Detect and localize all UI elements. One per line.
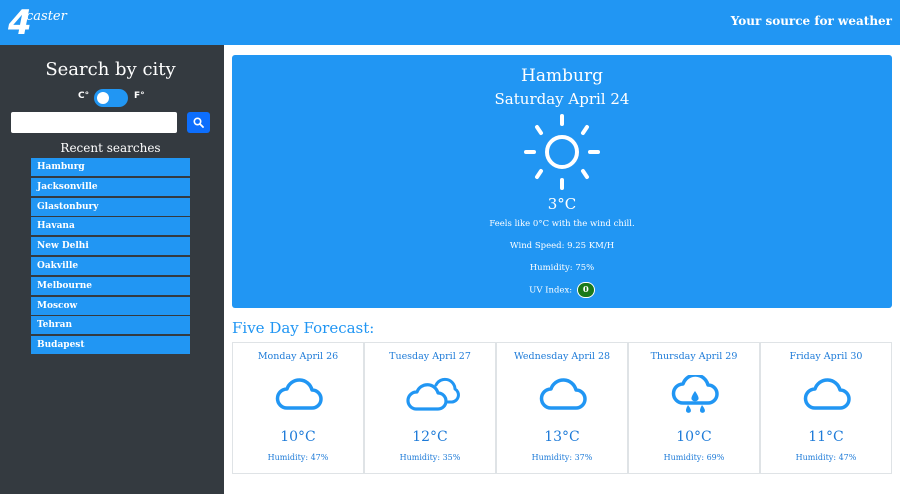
top-header: 4 caster Your source for weather bbox=[0, 0, 900, 45]
forecast-date: Thursday April 29 bbox=[650, 351, 738, 362]
unit-toggle-row: C° F° bbox=[0, 89, 221, 107]
forecast-date: Tuesday April 27 bbox=[389, 351, 471, 362]
forecast-humidity: Humidity: 35% bbox=[399, 453, 461, 462]
humidity-text: Humidity: 75% bbox=[529, 263, 595, 273]
forecast-temperature: 10°C bbox=[280, 429, 316, 445]
current-weather-card: Hamburg Saturday April 24 3°C Feels like… bbox=[232, 55, 892, 308]
forecast-title: Five Day Forecast: bbox=[232, 319, 375, 337]
recent-item-budapest[interactable]: Budapest bbox=[31, 336, 190, 355]
uv-index-label: UV Index: bbox=[529, 285, 573, 296]
forecast-date: Monday April 26 bbox=[257, 351, 339, 362]
forecast-date: Wednesday April 28 bbox=[513, 351, 611, 362]
current-temperature: 3°C bbox=[547, 195, 577, 213]
sun-icon bbox=[524, 114, 600, 190]
recent-item-glastonbury[interactable]: Glastonbury bbox=[31, 197, 190, 216]
uv-index-row: UV Index: 0 bbox=[232, 282, 892, 298]
rain-cloud-icon bbox=[671, 375, 719, 413]
forecast-temperature: 12°C bbox=[412, 429, 448, 445]
forecast-humidity: Humidity: 37% bbox=[531, 453, 593, 462]
unit-fahrenheit-label: F° bbox=[134, 91, 145, 101]
app-logo[interactable]: 4 caster bbox=[8, 4, 88, 42]
wind-speed-text: Wind Speed: 9.25 KM/H bbox=[509, 241, 615, 251]
recent-item-oakville[interactable]: Oakville bbox=[31, 256, 190, 275]
cloud-icon bbox=[803, 378, 851, 410]
forecast-card: Thursday April 29 10°C Humidity: 69% bbox=[628, 342, 760, 474]
logo-word: caster bbox=[26, 9, 67, 24]
recent-item-moscow[interactable]: Moscow bbox=[31, 296, 190, 315]
forecast-temperature: 11°C bbox=[808, 429, 844, 445]
recent-item-jacksonville[interactable]: Jacksonville bbox=[31, 177, 190, 196]
feels-like-text: Feels like 0°C with the wind chill. bbox=[489, 219, 635, 229]
cloud-icon bbox=[275, 378, 323, 410]
forecast-humidity: Humidity: 69% bbox=[663, 453, 725, 462]
recent-item-havana[interactable]: Havana bbox=[31, 217, 190, 236]
unit-toggle[interactable] bbox=[94, 89, 128, 107]
search-button[interactable] bbox=[187, 112, 210, 133]
forecast-card: Monday April 26 10°C Humidity: 47% bbox=[232, 342, 364, 474]
search-icon bbox=[193, 117, 204, 128]
recent-item-melbourne[interactable]: Melbourne bbox=[31, 276, 190, 295]
recent-searches-title: Recent searches bbox=[60, 141, 161, 155]
forecast-temperature: 10°C bbox=[676, 429, 712, 445]
unit-celsius-label: C° bbox=[78, 91, 90, 101]
clouds-icon bbox=[406, 377, 460, 411]
current-city: Hamburg bbox=[521, 66, 603, 86]
recent-item-tehran[interactable]: Tehran bbox=[31, 316, 190, 335]
forecast-date: Friday April 30 bbox=[789, 351, 863, 362]
recent-item-hamburg[interactable]: Hamburg bbox=[31, 158, 190, 176]
forecast-card: Wednesday April 28 13°C Humidity: 37% bbox=[496, 342, 628, 474]
forecast-humidity: Humidity: 47% bbox=[795, 453, 857, 462]
forecast-humidity: Humidity: 47% bbox=[267, 453, 329, 462]
toggle-knob bbox=[97, 92, 109, 104]
forecast-card: Tuesday April 27 12°C Humidity: 35% bbox=[364, 342, 496, 474]
city-search-input[interactable] bbox=[11, 112, 177, 133]
forecast-temperature: 13°C bbox=[544, 429, 580, 445]
recent-item-new-delhi[interactable]: New Delhi bbox=[31, 237, 190, 256]
forecast-card: Friday April 30 11°C Humidity: 47% bbox=[760, 342, 892, 474]
sidebar-title: Search by city bbox=[45, 59, 176, 80]
recent-searches-list: Hamburg Jacksonville Glastonbury Havana … bbox=[31, 158, 190, 356]
sidebar: Search by city C° F° Recent searches Ham… bbox=[0, 45, 224, 494]
cloud-icon bbox=[539, 378, 587, 410]
uv-index-badge: 0 bbox=[576, 282, 595, 298]
current-date: Saturday April 24 bbox=[494, 90, 630, 108]
tagline: Your source for weather bbox=[730, 14, 892, 28]
five-day-forecast: Monday April 26 10°C Humidity: 47% Tuesd… bbox=[232, 342, 892, 474]
